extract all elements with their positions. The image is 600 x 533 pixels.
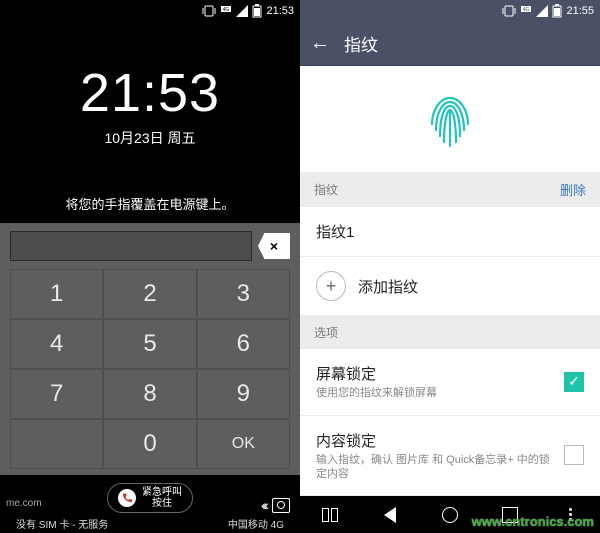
sim-info: 没有 SIM 卡 - 无服务 中国移动 4G (0, 516, 300, 531)
camera-shortcut[interactable] (272, 498, 290, 513)
keypad-grid: 1 2 3 4 5 6 7 8 9 0 OK (10, 269, 290, 469)
add-fingerprint-label: 添加指纹 (358, 276, 418, 297)
clock-time: 21:53 (0, 62, 300, 124)
section-fingerprints: 指纹 删除 (300, 172, 600, 207)
pin-input[interactable] (10, 231, 252, 261)
emergency-call-button[interactable]: 紧急呼叫按住 (107, 483, 193, 513)
content-lock-sub: 输入指纹，确认 图片库 和 Quick备忘录+ 中的锁定内容 (316, 453, 552, 482)
network-icon: 4G (520, 5, 532, 17)
nav-home-button[interactable] (437, 502, 463, 528)
status-time: 21:55 (566, 5, 594, 17)
clock-block: 21:53 10月23日 周五 (0, 62, 300, 148)
signal-icon (236, 5, 248, 17)
key-6[interactable]: 6 (197, 319, 290, 369)
key-5[interactable]: 5 (103, 319, 196, 369)
watermark: www.cntronics.com (472, 514, 594, 529)
key-9[interactable]: 9 (197, 369, 290, 419)
battery-icon (252, 4, 262, 18)
screen-lock-sub: 使用您的指纹来解锁屏幕 (316, 386, 552, 400)
page-title: 指纹 (344, 31, 378, 56)
backspace-button[interactable]: × (258, 233, 290, 259)
svg-text:4G: 4G (523, 7, 530, 13)
key-0[interactable]: 0 (103, 419, 196, 469)
section-options: 选项 (300, 316, 600, 349)
key-7[interactable]: 7 (10, 369, 103, 419)
fingerprint-hero (300, 66, 600, 172)
back-button[interactable]: ← (310, 32, 330, 55)
key-empty (10, 419, 103, 469)
plus-icon: + (316, 271, 346, 301)
fingerprint-item-1[interactable]: 指纹1 (300, 207, 600, 257)
sim-status-right: 中国移动 4G (228, 516, 284, 531)
section-label: 选项 (314, 324, 338, 341)
emergency-text: 紧急呼叫按住 (142, 487, 182, 509)
section-label: 指纹 (314, 181, 338, 198)
nav-split-button[interactable] (317, 502, 343, 528)
key-2[interactable]: 2 (103, 269, 196, 319)
sim-status-left: 没有 SIM 卡 - 无服务 (16, 516, 108, 531)
content-lock-row[interactable]: 内容锁定 输入指纹，确认 图片库 和 Quick备忘录+ 中的锁定内容 (300, 416, 600, 497)
battery-icon (552, 4, 562, 18)
clock-date: 10月23日 周五 (0, 128, 300, 148)
keypad-area: × 1 2 3 4 5 6 7 8 9 0 OK (0, 223, 300, 475)
network-icon: 4G (220, 5, 232, 17)
content-lock-title: 内容锁定 (316, 430, 552, 451)
navigation-bar: www.cntronics.com (300, 496, 600, 533)
key-3[interactable]: 3 (197, 269, 290, 319)
status-time: 21:53 (266, 5, 294, 17)
key-8[interactable]: 8 (103, 369, 196, 419)
pin-display-row: × (10, 231, 290, 261)
chevron-left-icon[interactable]: ‹‹‹ (261, 497, 266, 513)
screen-lock-title: 屏幕锁定 (316, 363, 552, 384)
vibrate-icon (502, 5, 516, 17)
bottom-bar: 紧急呼叫按住 (0, 483, 300, 513)
vibrate-icon (202, 5, 216, 17)
content-lock-checkbox[interactable] (564, 445, 584, 465)
delete-link[interactable]: 删除 (560, 180, 586, 199)
svg-text:4G: 4G (223, 7, 230, 13)
add-fingerprint-row[interactable]: + 添加指纹 (300, 257, 600, 316)
fingerprint-hint: 将您的手指覆盖在电源键上。 (0, 194, 300, 213)
lockscreen-right-controls: ‹‹‹ (261, 497, 290, 513)
key-4[interactable]: 4 (10, 319, 103, 369)
settings-phone: 4G 21:55 ← 指纹 (300, 0, 600, 533)
status-bar: 4G 21:55 (300, 0, 600, 21)
settings-header: ← 指纹 (300, 21, 600, 66)
status-bar: 4G 21:53 (0, 0, 300, 22)
lockscreen-phone: 4G 21:53 21:53 10月23日 周五 将您的手指覆盖在电源键上。 ×… (0, 0, 300, 533)
fingerprint-icon (420, 84, 480, 154)
screen-lock-row[interactable]: 屏幕锁定 使用您的指纹来解锁屏幕 ✓ (300, 349, 600, 415)
key-1[interactable]: 1 (10, 269, 103, 319)
phone-icon (118, 489, 136, 507)
nav-back-button[interactable] (377, 502, 403, 528)
key-ok[interactable]: OK (197, 419, 290, 469)
screen-lock-checkbox[interactable]: ✓ (564, 372, 584, 392)
fingerprint-name: 指纹1 (316, 221, 354, 242)
signal-icon (536, 5, 548, 17)
